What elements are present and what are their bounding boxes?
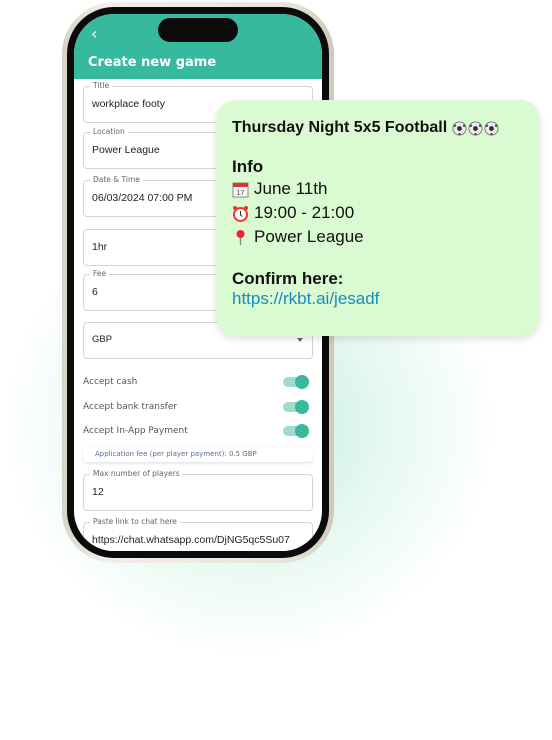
field-value: workplace footy	[92, 98, 165, 110]
field-value: 06/03/2024 07:00 PM	[92, 192, 193, 204]
date-line: 17 June 11th	[232, 177, 526, 201]
alarm-clock-icon	[233, 205, 248, 222]
field-value: Power League	[92, 144, 160, 156]
max-players-field[interactable]: Max number of players 12	[83, 469, 313, 511]
field-label: Fee	[90, 269, 110, 278]
field-label: Location	[90, 127, 128, 136]
page-title: Create new game	[88, 55, 217, 70]
in-app-payment-toggle[interactable]	[283, 424, 309, 438]
time-line: 19:00 - 21:00	[232, 201, 526, 225]
message-title: Thursday Night 5x5 Football	[232, 119, 448, 136]
field-label: Paste link to chat here	[90, 517, 180, 526]
confirm-heading: Confirm here:	[232, 269, 344, 288]
field-label: Date & Time	[90, 175, 143, 184]
toggle-label: Accept In-App Payment	[83, 426, 188, 436]
field-label: Max number of players	[90, 469, 183, 478]
app-header: ‹ Create new game	[74, 14, 322, 79]
place-text: Power League	[254, 227, 364, 246]
toggle-row-bank: Accept bank transfer	[83, 400, 309, 416]
confirm-link[interactable]: https://rkbt.ai/jesadf	[232, 289, 379, 308]
soccer-ball-icon	[484, 120, 499, 136]
caret-down-icon	[297, 338, 303, 342]
info-heading: Info	[232, 157, 264, 176]
chat-link-field[interactable]: Paste link to chat here https://chat.wha…	[83, 517, 313, 551]
soccer-ball-icon	[468, 120, 483, 136]
toggle-row-inapp: Accept In-App Payment	[83, 424, 309, 440]
field-value: 1hr	[92, 241, 108, 253]
field-value: 6	[92, 286, 98, 298]
message-title-row: Thursday Night 5x5 Football	[232, 119, 526, 137]
field-label: Title	[90, 81, 113, 90]
time-text: 19:00 - 21:00	[254, 203, 355, 222]
cash-toggle[interactable]	[283, 375, 309, 389]
field-value: GBP	[92, 334, 113, 345]
app-fee-note: Application fee (per player payment): 0.…	[83, 447, 313, 462]
date-text: June 11th	[254, 179, 328, 198]
toggle-label: Accept bank transfer	[83, 402, 178, 412]
toggle-row-cash: Accept cash	[83, 375, 309, 391]
bank-transfer-toggle[interactable]	[283, 400, 309, 414]
place-line: Power League	[232, 225, 526, 249]
pin-icon	[236, 229, 245, 245]
dynamic-island	[158, 18, 238, 42]
calendar-icon: 17	[232, 182, 249, 197]
field-value: 12	[92, 486, 104, 498]
soccer-ball-icon	[452, 120, 467, 136]
message-card: Thursday Night 5x5 Football Info 17 June…	[216, 100, 540, 336]
toggle-label: Accept cash	[83, 377, 138, 387]
svg-text:17: 17	[237, 190, 245, 197]
chevron-left-icon[interactable]: ‹	[91, 24, 97, 43]
field-value: https://chat.whatsapp.com/DjNG5qc5Su07	[92, 534, 290, 546]
